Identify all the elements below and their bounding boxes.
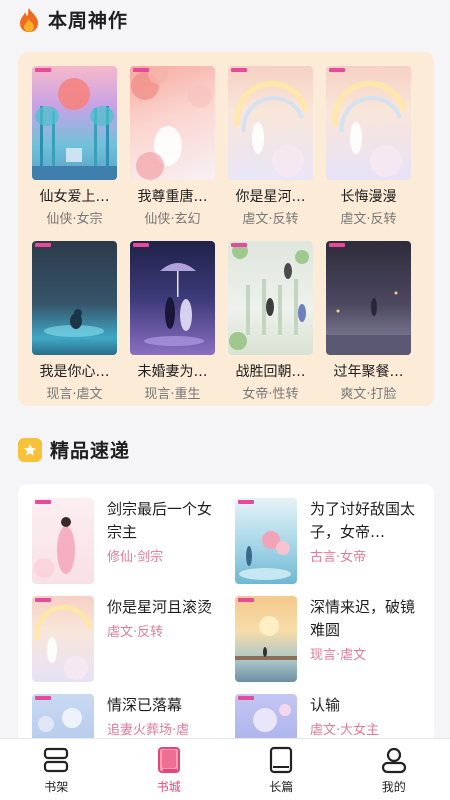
book-title: 你是星河且滚烫 (107, 598, 213, 616)
tab-label: 长篇 (269, 780, 294, 794)
quality-books-panel: 剑宗最后一个女宗主 修仙·剑宗 为了讨好敌国太子，女帝… 古言·女帝 你是星河且… (18, 484, 434, 744)
book-cover (326, 241, 411, 355)
list-item[interactable]: 你是星河且滚烫 虐文·反转 (32, 596, 232, 686)
tab-bookstore[interactable]: 书城 (113, 739, 226, 800)
list-item[interactable]: 认输 虐文·大女主 (235, 694, 434, 744)
flame-icon (18, 7, 40, 33)
book-card[interactable]: 长悔漫漫 虐文·反转 (326, 66, 411, 227)
book-title: 认输 (310, 696, 341, 714)
quality-section-title: 精品速递 (50, 440, 131, 462)
book-cover (130, 66, 215, 180)
long-novel-icon (267, 746, 295, 774)
list-item[interactable]: 剑宗最后一个女宗主 修仙·剑宗 (32, 498, 232, 588)
book-cover (235, 498, 297, 584)
book-name: 过年聚餐… (333, 364, 404, 380)
book-name: 仙女爱上… (39, 189, 110, 205)
book-genre: 女帝·性转 (242, 387, 299, 402)
book-genre: 虐文·大女主 (310, 723, 380, 738)
book-genre: 追妻火葬场·虐 (107, 723, 190, 738)
book-cover (228, 66, 313, 180)
profile-icon (380, 746, 408, 774)
bottom-tab-bar: 书架 书城 长篇 我的 (0, 738, 450, 800)
book-card[interactable]: 未婚妻为… 现言·重生 (130, 241, 215, 402)
bookstore-icon (155, 746, 183, 774)
book-genre: 仙侠·玄幻 (144, 212, 201, 227)
book-cover (32, 241, 117, 355)
book-card[interactable]: 我尊重唐… 仙侠·玄幻 (130, 66, 215, 227)
tab-label: 我的 (381, 780, 406, 794)
book-cover (228, 241, 313, 355)
tab-long-novel[interactable]: 长篇 (225, 739, 338, 800)
book-genre: 现言·虐文 (310, 648, 367, 663)
weekly-section-header: 本周神作 (18, 6, 128, 33)
book-name: 长悔漫漫 (340, 189, 397, 205)
book-genre: 现言·虐文 (46, 387, 103, 402)
list-item[interactable]: 深情来迟，破镜难圆 现言·虐文 (235, 596, 434, 686)
tab-bookshelf[interactable]: 书架 (0, 739, 113, 800)
book-card[interactable]: 过年聚餐… 爽文·打脸 (326, 241, 411, 402)
book-title: 为了讨好敌国太子，女帝… (310, 500, 416, 541)
book-cover (326, 66, 411, 180)
book-cover (235, 694, 297, 744)
book-cover (32, 66, 117, 180)
book-title: 深情来迟，破镜难圆 (310, 598, 416, 639)
weekly-books-panel: 仙女爱上… 仙侠·女宗 我尊重唐… 仙侠·玄幻 你是星河… 虐文·反转 长悔漫漫… (18, 52, 434, 406)
tab-label: 书城 (156, 780, 181, 794)
book-name: 战胜回朝… (235, 364, 306, 380)
book-name: 我尊重唐… (137, 189, 208, 205)
book-genre: 现言·重生 (144, 387, 201, 402)
book-cover (32, 498, 94, 584)
book-card[interactable]: 战胜回朝… 女帝·性转 (228, 241, 313, 402)
quality-section-header: 精品速递 (18, 436, 130, 463)
book-name: 你是星河… (235, 189, 306, 205)
book-genre: 爽文·打脸 (340, 387, 397, 402)
book-genre: 虐文·反转 (107, 625, 164, 640)
book-genre: 修仙·剑宗 (107, 550, 164, 565)
tab-label: 书架 (44, 780, 69, 794)
book-genre: 古言·女帝 (310, 550, 367, 565)
bookshelf-icon (42, 746, 70, 774)
list-item[interactable]: 为了讨好敌国太子，女帝… 古言·女帝 (235, 498, 434, 588)
book-title: 剑宗最后一个女宗主 (107, 500, 213, 541)
weekly-section-title: 本周神作 (48, 10, 129, 32)
book-title: 情深已落幕 (107, 696, 183, 714)
book-genre: 虐文·反转 (340, 212, 397, 227)
book-genre: 虐文·反转 (242, 212, 299, 227)
book-cover (235, 596, 297, 682)
star-icon (18, 437, 42, 462)
book-card[interactable]: 仙女爱上… 仙侠·女宗 (32, 66, 117, 227)
book-name: 未婚妻为… (137, 364, 208, 380)
book-genre: 仙侠·女宗 (46, 212, 103, 227)
tab-profile[interactable]: 我的 (338, 739, 450, 800)
book-cover (32, 596, 94, 682)
book-name: 我是你心… (39, 364, 110, 380)
list-item[interactable]: 情深已落幕 追妻火葬场·虐 (32, 694, 232, 744)
book-cover (130, 241, 215, 355)
book-cover (32, 694, 94, 744)
book-card[interactable]: 我是你心… 现言·虐文 (32, 241, 117, 402)
book-card[interactable]: 你是星河… 虐文·反转 (228, 66, 313, 227)
